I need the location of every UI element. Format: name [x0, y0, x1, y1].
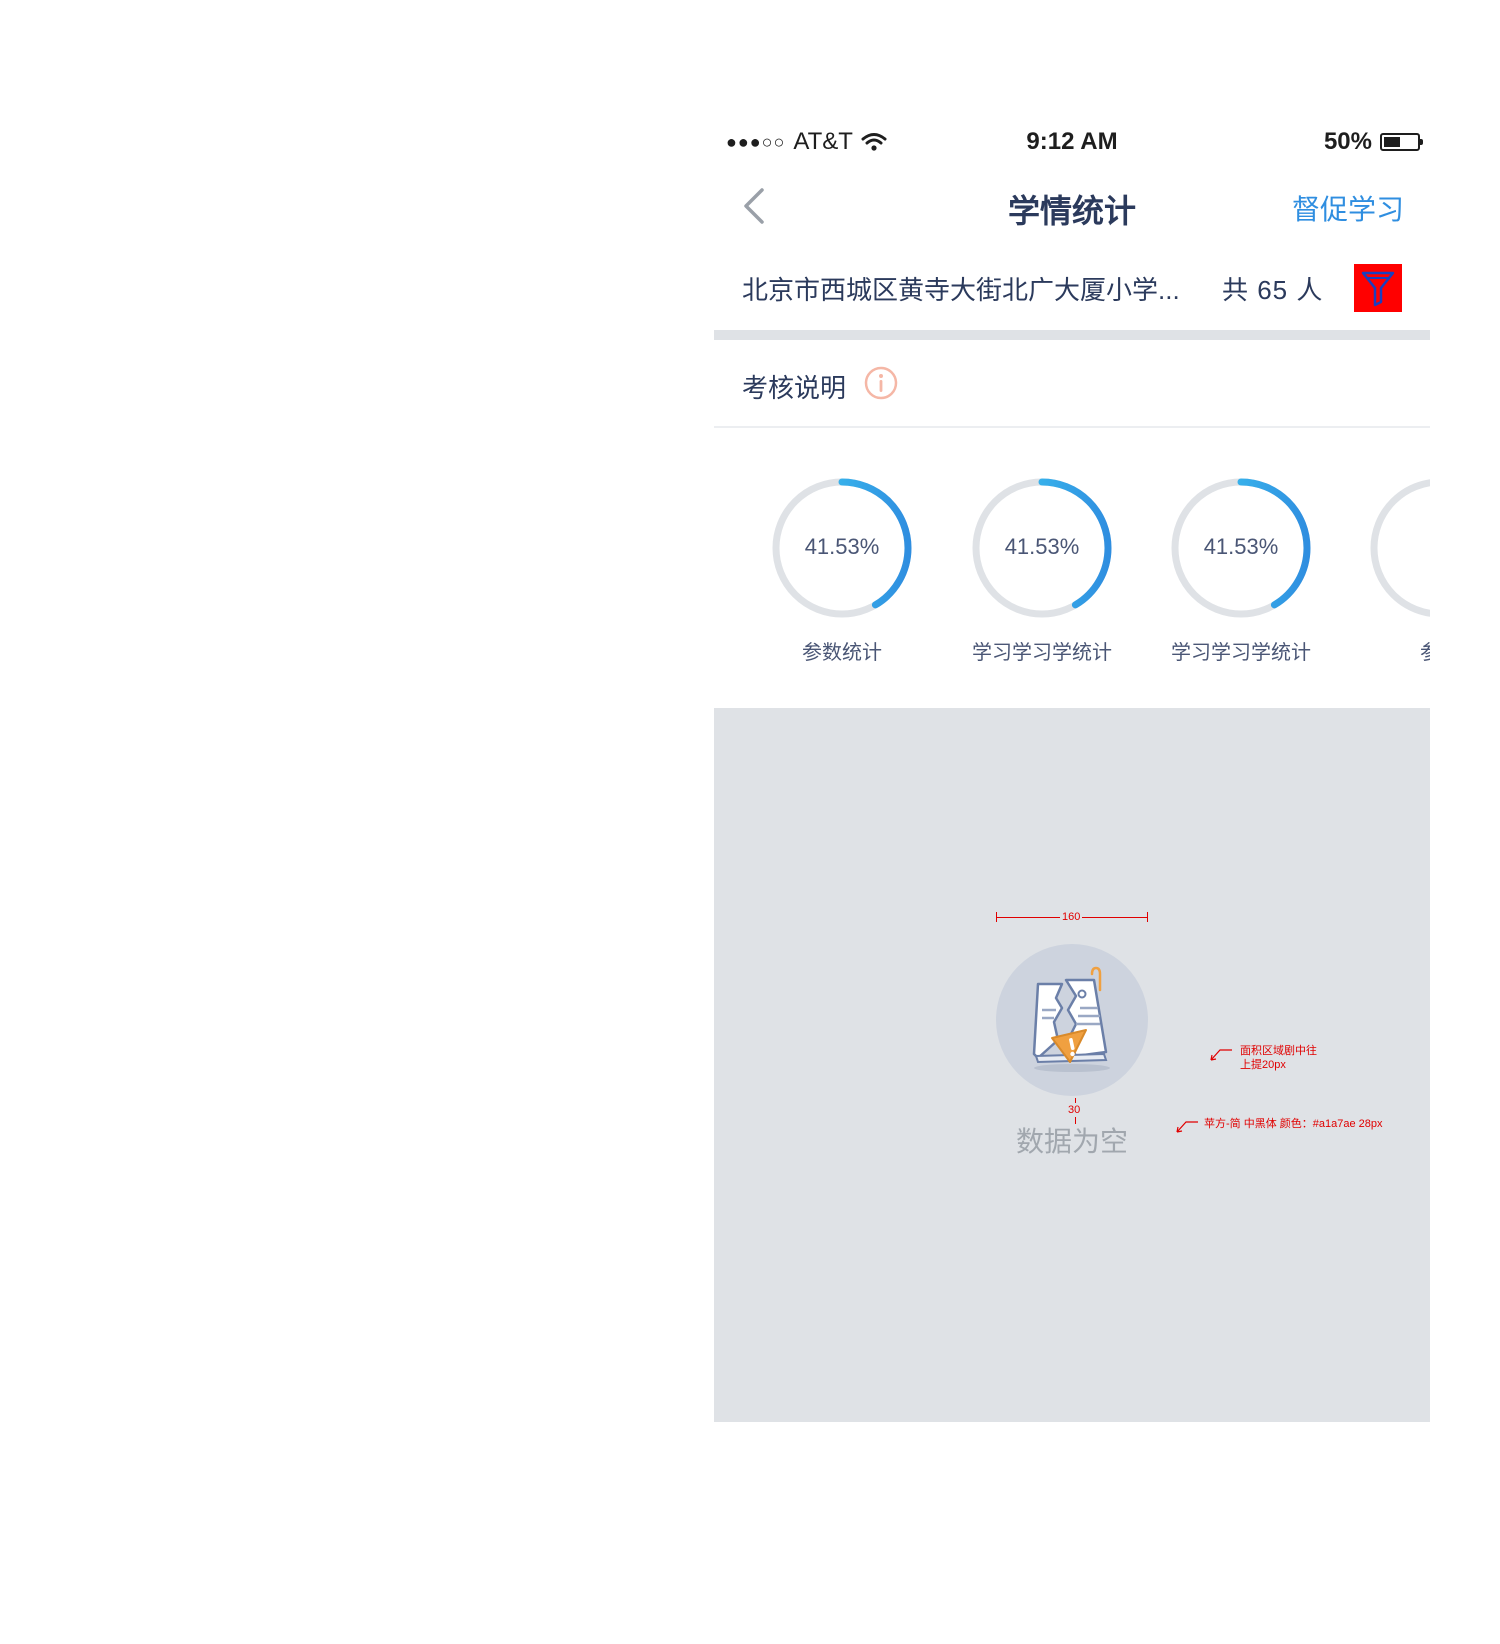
stat-label: 参数统计	[802, 642, 882, 664]
student-count: 共 65 人	[1222, 275, 1324, 305]
info-icon[interactable]	[864, 366, 898, 400]
battery-percent: 50%	[1323, 128, 1372, 155]
stat-value: 1	[1340, 534, 1430, 560]
annotation-width-tick-left	[996, 912, 997, 922]
annotation-position-note: 面积区域剧中往 上提20px	[1240, 1045, 1317, 1071]
stat-label: 参数	[1340, 636, 1430, 665]
stats-rings: 41.53% 参数统计 41.53% 学习学习学统计 41.53% 学习学习学统计 1 参数	[714, 468, 1430, 678]
school-name[interactable]: 北京市西城区黄寺大街北广大厦小学...	[742, 270, 1180, 307]
status-time: 9:12 AM	[1026, 128, 1118, 155]
stat-value: 41.53%	[1004, 534, 1080, 559]
status-bar: ●●●○○ AT&T 9:12 AM 50%	[714, 128, 1430, 162]
assessment-label: 考核说明	[742, 373, 847, 403]
stat-ring-item[interactable]: 41.53% 学习学习学统计	[1141, 468, 1341, 678]
stat-ring-item[interactable]: 41.53% 参数统计	[742, 468, 942, 678]
filter-icon	[1361, 271, 1395, 307]
annotation-gap-label: 30	[1068, 1103, 1081, 1117]
annotation-font-note: 苹方-简 中黑体 颜色：#a1a7ae 28px	[1204, 1118, 1383, 1130]
stat-value: 41.53%	[1203, 534, 1279, 559]
empty-illustration-circle	[996, 944, 1148, 1096]
stat-value: 41.53%	[804, 534, 880, 559]
stat-label: 学习学习学统计	[1171, 642, 1311, 664]
assessment-row[interactable]: 考核说明	[714, 340, 1430, 428]
stat-ring-item[interactable]: 1 参数	[1340, 468, 1430, 678]
annotation-arrow-icon	[1176, 1121, 1198, 1133]
annotation-arrow-icon	[1210, 1049, 1232, 1061]
stat-ring-item[interactable]: 41.53% 学习学习学统计	[942, 468, 1142, 678]
annotation-width-tick-right	[1147, 912, 1148, 922]
school-row: 北京市西城区黄寺大街北广大厦小学... 共 65 人	[714, 258, 1430, 318]
section-divider	[714, 330, 1430, 340]
urge-study-button[interactable]: 督促学习	[1292, 188, 1404, 228]
annotation-width-label: 160	[1060, 910, 1083, 924]
filter-button[interactable]	[1354, 264, 1402, 312]
status-right: 50%	[1323, 128, 1423, 156]
stat-label: 学习学习学统计	[972, 642, 1112, 664]
broken-document-warning-icon	[1032, 966, 1110, 1072]
phone-screen: ●●●○○ AT&T 9:12 AM 50% 学情统计 督促学习 北京市西城区黄…	[714, 0, 1430, 1644]
empty-state-area: 数据为空 160 30 面积区域剧中往 上提20px 苹方-简 中黑体 颜色：#…	[714, 708, 1430, 1422]
battery-icon	[1380, 133, 1423, 151]
nav-bar: 学情统计 督促学习	[714, 176, 1430, 236]
